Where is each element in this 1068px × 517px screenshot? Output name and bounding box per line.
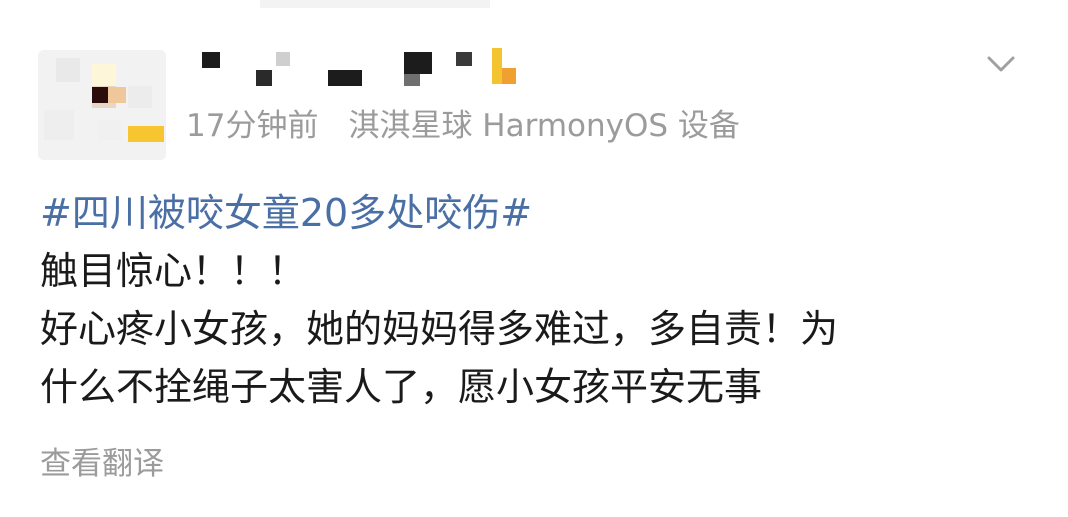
username-pixel <box>404 74 420 86</box>
post-text-line: 触目惊心！！！ <box>40 249 307 293</box>
username-pixel <box>502 68 516 84</box>
post-meta: 17分钟前 淇淇星球 HarmonyOS 设备 <box>186 100 740 144</box>
translate-link[interactable]: 查看翻译 <box>40 438 164 483</box>
topic-link[interactable]: #四川被咬女童20多处咬伤# <box>40 184 1040 242</box>
username-pixel <box>456 52 472 66</box>
username-pixel <box>256 70 272 86</box>
avatar-pixel <box>98 120 122 140</box>
avatar-pixel <box>92 87 108 103</box>
post-body: #四川被咬女童20多处咬伤# 触目惊心！！！ 好心疼小女孩，她的妈妈得多难过，多… <box>40 184 1040 416</box>
avatar-pixel <box>56 58 80 82</box>
avatar-pixel <box>108 87 126 103</box>
username-pixel <box>202 52 220 68</box>
post-text-line: 什么不拴绳子太害人了，愿小女孩平安无事 <box>40 365 763 409</box>
chevron-down-icon-svg <box>987 56 1015 72</box>
avatar-pixel <box>128 86 152 108</box>
username-pixel <box>492 48 502 84</box>
post-time: 17分钟前 <box>186 107 319 144</box>
avatar-pixel <box>128 126 164 142</box>
post-source[interactable]: 淇淇星球 HarmonyOS 设备 <box>348 100 739 145</box>
avatar-pixel <box>92 64 116 86</box>
weibo-post-card: 17分钟前 淇淇星球 HarmonyOS 设备 #四川被咬女童20多处咬伤# 触… <box>0 0 1068 517</box>
username[interactable] <box>196 44 526 89</box>
username-pixel <box>404 52 432 74</box>
username-pixel <box>328 70 362 86</box>
username-pixel <box>276 52 290 66</box>
chevron-down-icon[interactable] <box>985 50 1017 78</box>
post-text-line: 好心疼小女孩，她的妈妈得多难过，多自责！为 <box>40 307 839 351</box>
avatar[interactable] <box>38 50 166 160</box>
avatar-pixel <box>44 110 74 140</box>
